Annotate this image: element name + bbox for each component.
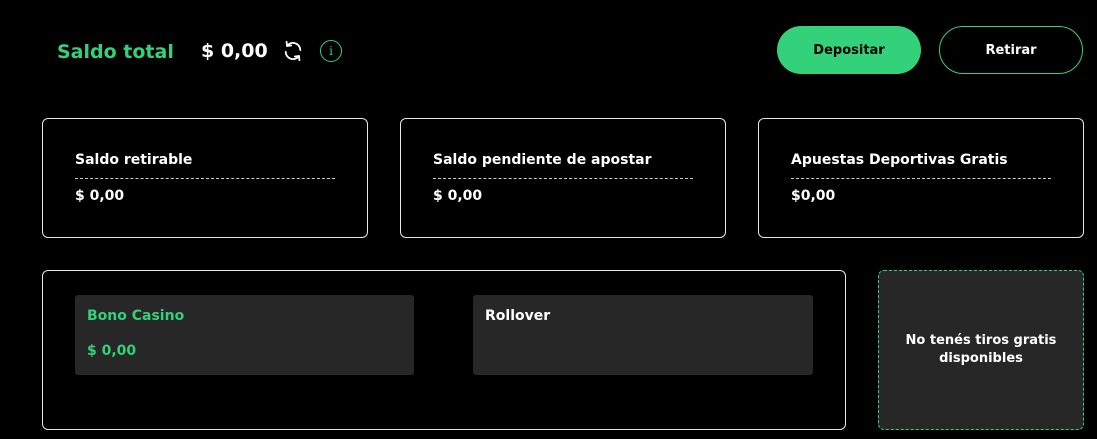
total-balance-amount: $ 0,00 — [201, 40, 268, 62]
free-spins-message: No tenés tiros gratis disponibles — [905, 333, 1057, 366]
rollover-label: Rollover — [485, 308, 551, 324]
withdraw-button[interactable]: Retirar — [939, 26, 1083, 74]
card-value: $0,00 — [791, 188, 836, 204]
divider — [791, 178, 1051, 179]
pending-bet-balance-card: Saldo pendiente de apostar $ 0,00 — [400, 118, 726, 238]
casino-bonus-label: Bono Casino — [87, 308, 185, 324]
divider — [75, 178, 335, 179]
free-sports-bets-card: Apuestas Deportivas Gratis $0,00 — [758, 118, 1084, 238]
withdrawable-balance-card: Saldo retirable $ 0,00 — [42, 118, 368, 238]
refresh-icon[interactable] — [282, 40, 304, 62]
casino-bonus-value: $ 0,00 — [87, 343, 137, 359]
free-spins-panel: No tenés tiros gratis disponibles — [878, 270, 1084, 430]
info-icon[interactable]: i — [320, 40, 342, 62]
rollover-tile: Rollover — [473, 295, 813, 375]
card-label: Saldo pendiente de apostar — [433, 152, 652, 168]
casino-bonus-tile: Bono Casino $ 0,00 — [75, 295, 414, 375]
card-label: Saldo retirable — [75, 152, 193, 168]
card-label: Apuestas Deportivas Gratis — [791, 152, 1008, 168]
card-value: $ 0,00 — [433, 188, 483, 204]
divider — [433, 178, 693, 179]
card-value: $ 0,00 — [75, 188, 125, 204]
deposit-button[interactable]: Depositar — [777, 26, 921, 74]
page-title: Saldo total — [57, 41, 174, 63]
